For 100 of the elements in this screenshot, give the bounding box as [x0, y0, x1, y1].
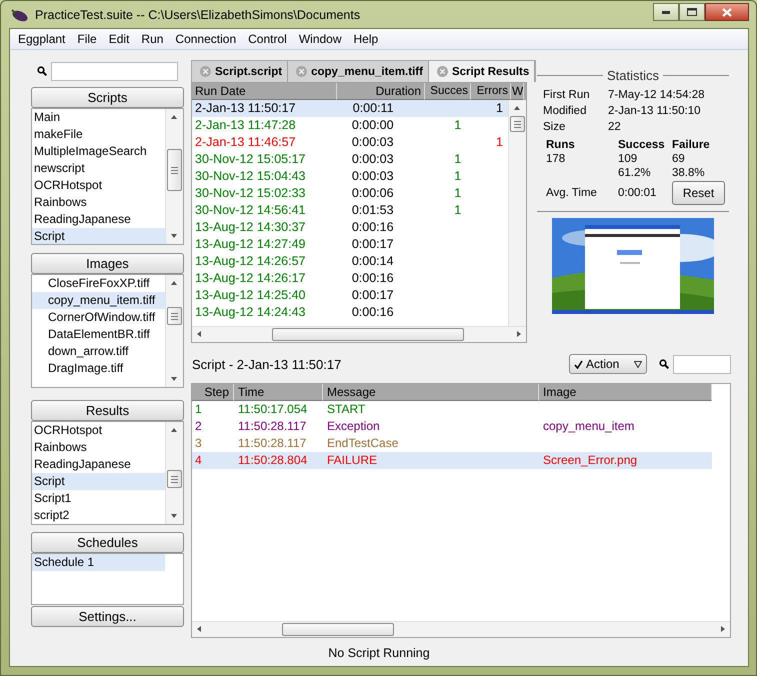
stat-value: 109 [618, 153, 638, 165]
field-label: Size [543, 121, 566, 133]
table-row[interactable]: 1 11:50:17.054 START [192, 401, 712, 418]
table-row[interactable]: 13-Aug-12 14:25:40 0:00:17 [192, 287, 509, 304]
table-cell-text: 0:00:03 [350, 134, 395, 151]
reset-button[interactable]: Reset [672, 181, 725, 205]
stat-value: 0:00:01 [618, 187, 658, 199]
action-dropdown[interactable]: Action [569, 354, 647, 374]
menu-item[interactable]: File [71, 32, 103, 46]
table-cell-text: 30-Nov-12 14:56:41 [194, 202, 306, 219]
column-header[interactable]: Step [192, 384, 234, 401]
section-header[interactable]: Results [31, 400, 184, 421]
table-cell-text: 3 [194, 435, 203, 452]
scrollbar[interactable] [165, 275, 183, 387]
table-row[interactable]: 13-Aug-12 14:30:37 0:00:16 [192, 219, 509, 236]
tab[interactable]: Script.script [192, 61, 288, 82]
table-cell-text: 1 [453, 185, 462, 202]
table-row[interactable]: 13-Aug-12 14:26:17 0:00:16 [192, 270, 509, 287]
menu-item[interactable]: Edit [102, 32, 136, 46]
column-header[interactable]: Message [323, 384, 539, 401]
list-item[interactable]: Script [32, 228, 165, 244]
stat-value: 178 [546, 153, 566, 165]
section-header[interactable]: Schedules [31, 532, 184, 553]
menu-item[interactable]: Help [348, 32, 384, 46]
minimize-button[interactable] [653, 3, 679, 21]
tab[interactable]: copy_menu_item.tiff [288, 61, 429, 82]
list-item[interactable]: ReadingJapanese [32, 456, 165, 473]
table-row[interactable]: 13-Aug-12 14:27:49 0:00:17 [192, 236, 509, 253]
scrollbar[interactable] [192, 326, 526, 342]
list-item[interactable]: down_arrow.tiff [32, 343, 165, 360]
tab[interactable]: Script Results [428, 61, 536, 82]
section-title: Statistics [537, 68, 729, 83]
table-row[interactable]: 2 11:50:28.117 Exception copy_menu_item [192, 418, 712, 435]
close-icon[interactable] [200, 66, 211, 77]
list-item[interactable]: makeFile [32, 126, 165, 143]
column-header: Failure [672, 139, 711, 151]
column-header[interactable]: Image [539, 384, 712, 401]
close-icon[interactable] [296, 66, 308, 77]
section-header[interactable]: Scripts [31, 87, 184, 108]
table-row[interactable]: 13-Aug-12 14:26:57 0:00:14 [192, 253, 509, 270]
eggplant-icon [11, 8, 29, 22]
table-row[interactable]: 2-Jan-13 11:50:17 0:00:11 1 [192, 100, 509, 117]
table-cell-text: 13-Aug-12 14:26:57 [194, 253, 307, 270]
menu-item[interactable]: Window [292, 32, 348, 46]
list-item[interactable]: OCRHotspot [32, 422, 165, 439]
table-row[interactable]: 30-Nov-12 15:02:33 0:00:06 1 [192, 185, 509, 202]
table-cell-text: 2-Jan-13 11:47:28 [194, 117, 297, 134]
table-cell-text: 1 [453, 117, 462, 134]
list-item[interactable]: newscript [32, 160, 165, 177]
stat-value: 69 [672, 153, 686, 165]
field-label: First Run [543, 89, 591, 101]
settings-button[interactable]: Settings... [31, 606, 184, 627]
list-item[interactable]: script2 [32, 507, 165, 524]
table-row[interactable]: 30-Nov-12 14:56:41 0:01:53 1 [192, 202, 509, 219]
list-item[interactable]: Schedule 1 [32, 554, 165, 571]
scrollbar[interactable] [165, 422, 183, 524]
table-cell-text: 0:00:17 [350, 236, 395, 253]
table-cell-text: 13-Aug-12 14:27:49 [194, 236, 307, 253]
list-item[interactable]: Main [32, 109, 165, 126]
list-item[interactable]: DataElementBR.tiff [32, 326, 165, 343]
scrollbar[interactable] [192, 621, 730, 637]
list-item[interactable]: copy_menu_item.tiff [32, 292, 165, 309]
table-row[interactable]: 30-Nov-12 15:04:43 0:00:03 1 [192, 168, 509, 185]
list-item[interactable]: CloseFireFoxXP.tiff [32, 275, 165, 292]
table-row[interactable]: 2-Jan-13 11:47:28 0:00:00 1 [192, 117, 509, 134]
field-label: Avg. Time [546, 187, 598, 199]
scrollbar[interactable] [165, 109, 183, 244]
list-item[interactable]: DragImage.tiff [32, 360, 165, 377]
list-item[interactable]: MultipleImageSearch [32, 143, 165, 160]
table-cell-text: 13-Aug-12 14:30:37 [194, 219, 307, 236]
search-field[interactable] [673, 354, 731, 374]
table-cell-text: 0:00:06 [350, 185, 395, 202]
list-item[interactable]: ReadingJapanese [32, 211, 165, 228]
list-item[interactable]: Script1 [32, 490, 165, 507]
list-item[interactable]: Rainbows [32, 439, 165, 456]
menu-item[interactable]: Eggplant [12, 32, 72, 46]
table-cell-text: 0:01:53 [350, 202, 395, 219]
caret-icon [634, 360, 642, 368]
close-button[interactable] [705, 3, 749, 21]
table-cell-text: Exception [326, 418, 381, 435]
table-row[interactable]: 2-Jan-13 11:46:57 0:00:03 1 [192, 134, 509, 151]
table-row[interactable]: 30-Nov-12 15:05:17 0:00:03 1 [192, 151, 509, 168]
table-row[interactable]: 13-Aug-12 14:24:43 0:00:16 [192, 304, 509, 321]
section-header[interactable]: Images [31, 253, 184, 274]
close-icon[interactable] [436, 66, 448, 77]
search-icon [37, 66, 47, 76]
column-header[interactable]: Time [234, 384, 323, 401]
list-item[interactable]: CornerOfWindow.tiff [32, 309, 165, 326]
menu-item[interactable]: Run [135, 32, 170, 46]
list-item[interactable]: Rainbows [32, 194, 165, 211]
maximize-button[interactable] [679, 3, 705, 21]
table-cell-text: EndTestCase [326, 435, 400, 452]
menu-item[interactable]: Control [242, 32, 293, 46]
search-field[interactable] [51, 62, 178, 80]
list-item[interactable]: Script [32, 473, 165, 490]
menu-item[interactable]: Connection [169, 32, 242, 46]
list-item[interactable]: OCRHotspot [32, 177, 165, 194]
field-value: 2-Jan-13 11:50:10 [608, 105, 702, 117]
table-cell-text: 0:00:00 [350, 117, 395, 134]
table-row[interactable]: 3 11:50:28.117 EndTestCase [192, 435, 712, 452]
